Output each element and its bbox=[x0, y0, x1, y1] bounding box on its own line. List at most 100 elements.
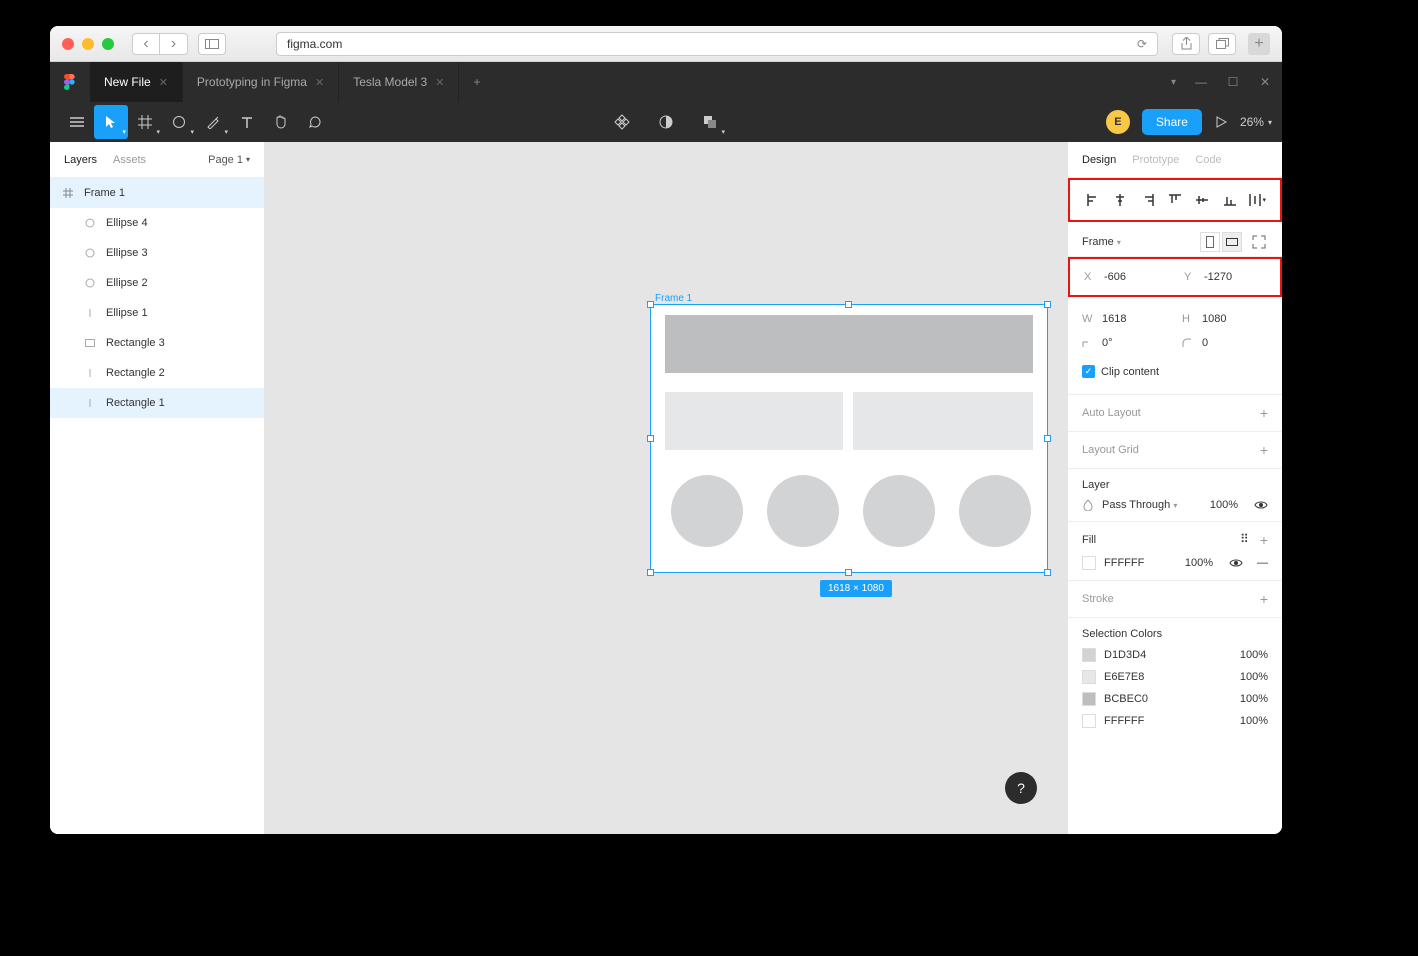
fill-hex-input[interactable]: FFFFFF bbox=[1104, 557, 1144, 569]
x-input[interactable]: -606 bbox=[1104, 271, 1164, 283]
fill-opacity-input[interactable]: 100% bbox=[1185, 557, 1213, 569]
sidebar-toggle-button[interactable] bbox=[198, 33, 226, 55]
fill-styles-button[interactable]: ⠿ bbox=[1240, 532, 1250, 548]
orientation-landscape[interactable] bbox=[1222, 232, 1242, 252]
close-icon[interactable]: ✕ bbox=[159, 76, 168, 89]
figma-tab-1[interactable]: Prototyping in Figma✕ bbox=[183, 62, 339, 102]
figma-tab-2[interactable]: Tesla Model 3✕ bbox=[339, 62, 459, 102]
layer-ellipse-3[interactable]: Ellipse 3 bbox=[50, 238, 264, 268]
page-selector[interactable]: Page 1▾ bbox=[208, 154, 250, 166]
canvas[interactable]: Frame 1 1618 × 1080 ? bbox=[265, 142, 1067, 834]
frame-tool[interactable]: ▾ bbox=[128, 105, 162, 139]
comment-tool[interactable] bbox=[298, 105, 332, 139]
layer-frame-1[interactable]: Frame 1 bbox=[50, 178, 264, 208]
clip-content-checkbox[interactable]: ✓ bbox=[1082, 365, 1095, 378]
window-maximize-button[interactable]: ☐ bbox=[1226, 75, 1240, 89]
share-button[interactable]: Share bbox=[1142, 109, 1202, 135]
resize-handle[interactable] bbox=[1044, 569, 1051, 576]
blend-mode-select[interactable]: Pass Through ▾ bbox=[1102, 499, 1177, 511]
canvas-rectangle[interactable] bbox=[665, 315, 1033, 373]
h-input[interactable]: 1080 bbox=[1202, 313, 1262, 325]
pen-tool[interactable]: ▾ bbox=[196, 105, 230, 139]
rotation-input[interactable]: 0° bbox=[1102, 337, 1162, 349]
chevron-down-icon[interactable]: ▾ bbox=[1171, 77, 1176, 88]
mask-button[interactable] bbox=[649, 105, 683, 139]
prototype-tab[interactable]: Prototype bbox=[1132, 154, 1179, 166]
color-swatch[interactable] bbox=[1082, 670, 1096, 684]
opacity-input[interactable]: 100% bbox=[1210, 499, 1238, 511]
add-auto-layout-button[interactable]: + bbox=[1260, 405, 1268, 421]
canvas-rectangle[interactable] bbox=[665, 392, 843, 450]
resize-handle[interactable] bbox=[647, 569, 654, 576]
main-menu-button[interactable] bbox=[60, 105, 94, 139]
minimize-window-button[interactable] bbox=[82, 38, 94, 50]
add-layout-grid-button[interactable]: + bbox=[1260, 442, 1268, 458]
resize-to-fit-button[interactable] bbox=[1250, 233, 1268, 251]
resize-handle[interactable] bbox=[1044, 435, 1051, 442]
layer-rect-1[interactable]: Rectangle 1 bbox=[50, 388, 264, 418]
remove-fill-button[interactable]: — bbox=[1257, 557, 1268, 569]
radius-input[interactable]: 0 bbox=[1202, 337, 1262, 349]
new-tab-button[interactable]: + bbox=[1248, 33, 1270, 55]
move-tool[interactable]: ▾ bbox=[94, 105, 128, 139]
share-browser-button[interactable] bbox=[1172, 33, 1200, 55]
layer-ellipse-4[interactable]: Ellipse 4 bbox=[50, 208, 264, 238]
components-button[interactable] bbox=[605, 105, 639, 139]
color-swatch[interactable] bbox=[1082, 692, 1096, 706]
close-window-button[interactable] bbox=[62, 38, 74, 50]
maximize-window-button[interactable] bbox=[102, 38, 114, 50]
hand-tool[interactable] bbox=[264, 105, 298, 139]
align-right-icon[interactable] bbox=[1139, 191, 1157, 209]
layer-rect-3[interactable]: Rectangle 3 bbox=[50, 328, 264, 358]
tabs-browser-button[interactable] bbox=[1208, 33, 1236, 55]
forward-button[interactable]: › bbox=[160, 33, 188, 55]
boolean-button[interactable]: ▾ bbox=[693, 105, 727, 139]
resize-handle[interactable] bbox=[647, 301, 654, 308]
url-bar[interactable]: figma.com ⟳ bbox=[276, 32, 1158, 56]
window-close-button[interactable]: ✕ bbox=[1258, 75, 1272, 89]
visibility-toggle[interactable] bbox=[1254, 500, 1268, 510]
zoom-control[interactable]: 26%▾ bbox=[1240, 115, 1272, 129]
frame-label[interactable]: Frame 1 bbox=[655, 293, 692, 304]
close-icon[interactable]: ✕ bbox=[435, 76, 444, 89]
orientation-portrait[interactable] bbox=[1200, 232, 1220, 252]
present-button[interactable] bbox=[1214, 115, 1228, 129]
align-top-icon[interactable] bbox=[1166, 191, 1184, 209]
align-hcenter-icon[interactable] bbox=[1111, 191, 1129, 209]
y-input[interactable]: -1270 bbox=[1204, 271, 1264, 283]
color-swatch[interactable] bbox=[1082, 648, 1096, 662]
close-icon[interactable]: ✕ bbox=[315, 76, 324, 89]
frame-type-selector[interactable]: Frame ▾ bbox=[1082, 236, 1121, 248]
color-swatch[interactable] bbox=[1082, 714, 1096, 728]
reload-icon[interactable]: ⟳ bbox=[1137, 37, 1147, 51]
text-tool[interactable] bbox=[230, 105, 264, 139]
add-tab-button[interactable]: + bbox=[459, 75, 494, 89]
resize-handle[interactable] bbox=[845, 569, 852, 576]
selected-frame[interactable] bbox=[650, 304, 1048, 573]
layer-rect-2[interactable]: Rectangle 2 bbox=[50, 358, 264, 388]
distribute-icon[interactable]: ▾ bbox=[1248, 191, 1266, 209]
align-left-icon[interactable] bbox=[1084, 191, 1102, 209]
shape-tool[interactable]: ▾ bbox=[162, 105, 196, 139]
canvas-ellipse[interactable] bbox=[671, 475, 743, 547]
canvas-rectangle[interactable] bbox=[853, 392, 1033, 450]
back-button[interactable]: ‹ bbox=[132, 33, 160, 55]
align-bottom-icon[interactable] bbox=[1221, 191, 1239, 209]
help-button[interactable]: ? bbox=[1005, 772, 1037, 804]
layers-tab[interactable]: Layers bbox=[64, 154, 97, 166]
window-minimize-button[interactable]: — bbox=[1194, 75, 1208, 89]
user-avatar[interactable]: E bbox=[1106, 110, 1130, 134]
fill-visibility-toggle[interactable] bbox=[1229, 558, 1243, 568]
align-vcenter-icon[interactable] bbox=[1193, 191, 1211, 209]
resize-handle[interactable] bbox=[1044, 301, 1051, 308]
code-tab[interactable]: Code bbox=[1195, 154, 1221, 166]
resize-handle[interactable] bbox=[845, 301, 852, 308]
add-stroke-button[interactable]: + bbox=[1260, 591, 1268, 607]
layer-ellipse-2[interactable]: Ellipse 2 bbox=[50, 268, 264, 298]
figma-tab-0[interactable]: New File✕ bbox=[90, 62, 183, 102]
assets-tab[interactable]: Assets bbox=[113, 154, 146, 166]
canvas-ellipse[interactable] bbox=[863, 475, 935, 547]
fill-swatch[interactable] bbox=[1082, 556, 1096, 570]
w-input[interactable]: 1618 bbox=[1102, 313, 1162, 325]
resize-handle[interactable] bbox=[647, 435, 654, 442]
